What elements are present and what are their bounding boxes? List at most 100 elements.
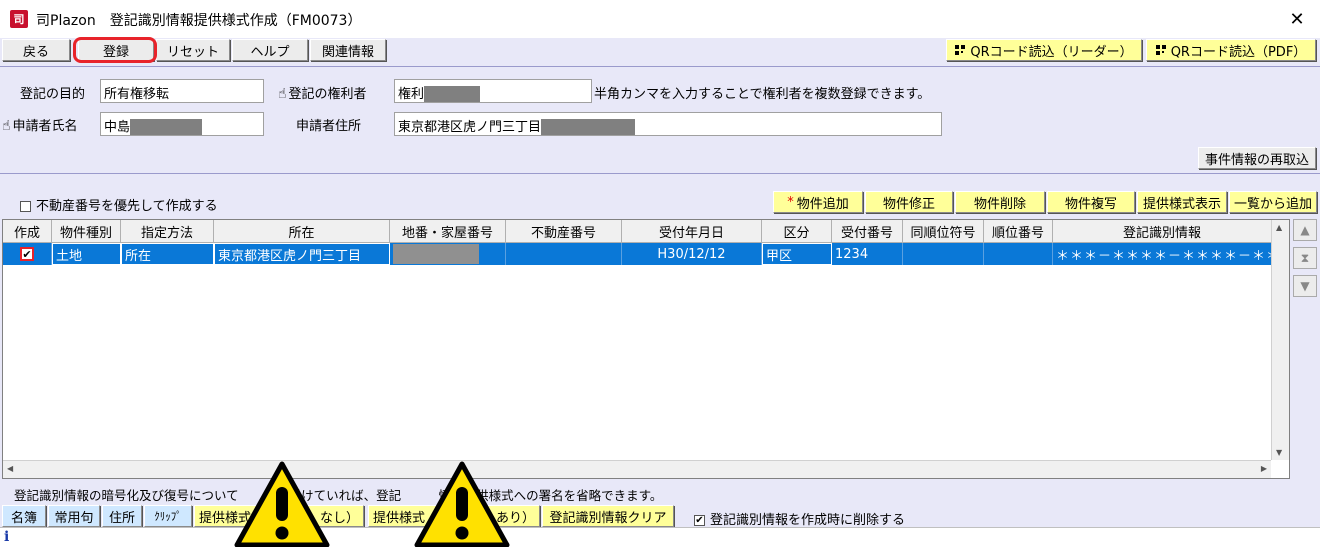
purpose-field[interactable]: 所有権移転: [100, 79, 264, 103]
date-cell[interactable]: H30/12/12: [622, 243, 762, 265]
redaction-block: [130, 119, 203, 135]
column-header[interactable]: 所在: [214, 220, 390, 243]
scroll-down-icon[interactable]: ▼: [1276, 448, 1282, 457]
phrases-button[interactable]: 常用句: [48, 505, 100, 527]
qr-pdf-button[interactable]: QRコード読込（PDF）: [1146, 39, 1316, 61]
column-header[interactable]: 指定方法: [121, 220, 214, 243]
hand-pointer-icon: ☝: [278, 86, 287, 102]
window-title: 司Plazon 登記識別情報提供様式作成（FM0073）: [36, 13, 362, 29]
applicant-label-wrap: ☝ 申請者氏名: [2, 115, 78, 134]
column-header[interactable]: 作成: [3, 220, 52, 243]
clip-button[interactable]: ｸﾘｯﾌﾟ: [144, 505, 192, 527]
close-button[interactable]: ✕: [1274, 0, 1320, 38]
edit-property-button[interactable]: 物件修正: [865, 191, 953, 213]
add-property-button[interactable]: * 物件追加: [773, 191, 863, 213]
vertical-scrollbar[interactable]: ▲ ▼: [1271, 220, 1289, 460]
column-header[interactable]: 登記識別情報: [1053, 220, 1271, 243]
prioritize-option[interactable]: 不動産番号を優先して作成する: [20, 195, 218, 214]
add-from-list-button[interactable]: 一覧から追加: [1229, 191, 1317, 213]
create-cell[interactable]: ✔: [3, 243, 52, 265]
app-logo-icon: 司: [10, 10, 28, 28]
division-cell[interactable]: 甲区: [762, 243, 832, 265]
address-value: 東京都港区虎ノ門三丁目: [398, 120, 542, 135]
applicant-label: 申請者氏名: [12, 119, 78, 134]
column-header[interactable]: 受付番号: [832, 220, 903, 243]
redaction-block: [541, 119, 636, 135]
qr-reader-button[interactable]: QRコード読込（リーダー）: [946, 39, 1142, 61]
register-button[interactable]: 登録: [78, 39, 154, 61]
info-icon: i: [4, 529, 10, 545]
delete-on-create-option[interactable]: ✔ 登記識別情報を作成時に削除する: [694, 509, 905, 528]
related-info-button[interactable]: 関連情報: [310, 39, 386, 61]
address-button[interactable]: 住所: [102, 505, 142, 527]
same-rank-cell[interactable]: [903, 243, 984, 265]
title-bar: 司 司Plazon 登記識別情報提供様式作成（FM0073） ✕: [0, 0, 1320, 38]
address-field[interactable]: 東京都港区虎ノ門三丁目: [394, 112, 942, 136]
reset-button[interactable]: リセット: [156, 39, 230, 61]
add-property-label: 物件追加: [796, 196, 849, 212]
table-header: 作成 物件種別 指定方法 所在 地番・家屋番号 不動産番号 受付年月日 区分 受…: [3, 220, 1271, 243]
scroll-right-icon[interactable]: ▶: [1261, 464, 1267, 473]
move-down-button[interactable]: ▼: [1293, 275, 1317, 297]
holder-label: 登記の権利者: [288, 87, 367, 102]
footer-note: 登記識別情報の暗号化及び復号について を受けていれば、登記 情報提供様式への署名…: [14, 488, 663, 503]
column-header[interactable]: 区分: [762, 220, 832, 243]
reload-case-button[interactable]: 事件情報の再取込: [1198, 147, 1316, 169]
receipt-no-cell[interactable]: 1234: [832, 243, 903, 265]
delete-on-create-label: 登記識別情報を作成時に削除する: [710, 513, 906, 528]
hand-pointer-icon: ☝: [2, 118, 11, 134]
lot-cell[interactable]: [390, 243, 506, 265]
prioritize-label: 不動産番号を優先して作成する: [36, 199, 218, 214]
column-header[interactable]: 物件種別: [52, 220, 121, 243]
show-format-button[interactable]: 提供様式表示: [1137, 191, 1227, 213]
scroll-up-icon[interactable]: ▲: [1276, 223, 1282, 232]
purpose-label: 登記の目的: [20, 87, 86, 102]
identity-info-cell[interactable]: ＊＊＊－＊＊＊＊－＊＊＊＊－＊＊＊: [1053, 243, 1271, 265]
horizontal-scrollbar[interactable]: ◀ ▶: [3, 460, 1271, 478]
move-up-button[interactable]: ▲: [1293, 219, 1317, 241]
create-checkbox[interactable]: ✔: [20, 247, 34, 261]
holder-field[interactable]: 権利: [394, 79, 592, 103]
redaction-block: [424, 86, 481, 102]
property-no-cell[interactable]: [506, 243, 622, 265]
column-header[interactable]: 順位番号: [984, 220, 1053, 243]
type-cell[interactable]: 土地: [52, 243, 121, 265]
main-area: 戻る 登録 リセット ヘルプ 関連情報 QRコード読込（リーダー） QRコード読…: [0, 38, 1320, 547]
back-button[interactable]: 戻る: [2, 39, 70, 61]
applicant-value: 中島: [104, 120, 131, 135]
move-middle-button[interactable]: ⧗: [1293, 247, 1317, 269]
column-header[interactable]: 受付年月日: [622, 220, 762, 243]
format-with-signature-button[interactable]: 提供様式 あり）: [368, 505, 540, 527]
format-no-sign-tail: なし）: [319, 510, 359, 526]
delete-on-create-checkbox[interactable]: ✔: [694, 515, 705, 526]
property-table[interactable]: 作成 物件種別 指定方法 所在 地番・家屋番号 不動産番号 受付年月日 区分 受…: [2, 219, 1290, 479]
name-list-button[interactable]: 名簿: [2, 505, 46, 527]
qr-pdf-label: QRコード読込（PDF）: [1170, 44, 1307, 60]
prioritize-checkbox[interactable]: [20, 201, 31, 212]
holder-value: 権利: [398, 87, 425, 102]
copy-property-button[interactable]: 物件複写: [1047, 191, 1135, 213]
help-button[interactable]: ヘルプ: [232, 39, 308, 61]
applicant-field[interactable]: 中島: [100, 112, 264, 136]
column-header[interactable]: 同順位符号: [903, 220, 984, 243]
status-bar: i: [0, 527, 1320, 547]
close-icon: ✕: [1289, 8, 1305, 30]
required-mark: *: [787, 194, 794, 210]
format-no-signature-button[interactable]: 提供様式 なし）: [194, 505, 364, 527]
form-panel: 登記の目的 所有権移転 ☝ 登記の権利者 権利 半角カンマを入力することで権利者を…: [0, 66, 1320, 174]
delete-property-button[interactable]: 物件削除: [955, 191, 1045, 213]
holder-hint: 半角カンマを入力することで権利者を複数登録できます。: [594, 87, 931, 102]
redaction-block: [393, 244, 479, 264]
format-sign-tail: あり）: [495, 510, 535, 526]
location-cell[interactable]: 東京都港区虎ノ門三丁目: [214, 243, 390, 265]
qr-reader-label: QRコード読込（リーダー）: [970, 44, 1133, 60]
column-header[interactable]: 地番・家屋番号: [390, 220, 506, 243]
qr-code-icon: [1155, 45, 1166, 55]
table-row[interactable]: ✔ 土地 所在 東京都港区虎ノ門三丁目 H30/12/12 甲区 1234 ＊＊…: [3, 243, 1271, 265]
qr-code-icon: [955, 45, 966, 55]
clear-identity-button[interactable]: 登記識別情報クリア: [542, 505, 674, 527]
scroll-left-icon[interactable]: ◀: [7, 464, 13, 473]
column-header[interactable]: 不動産番号: [506, 220, 622, 243]
method-cell[interactable]: 所在: [121, 243, 214, 265]
rank-no-cell[interactable]: [984, 243, 1053, 265]
